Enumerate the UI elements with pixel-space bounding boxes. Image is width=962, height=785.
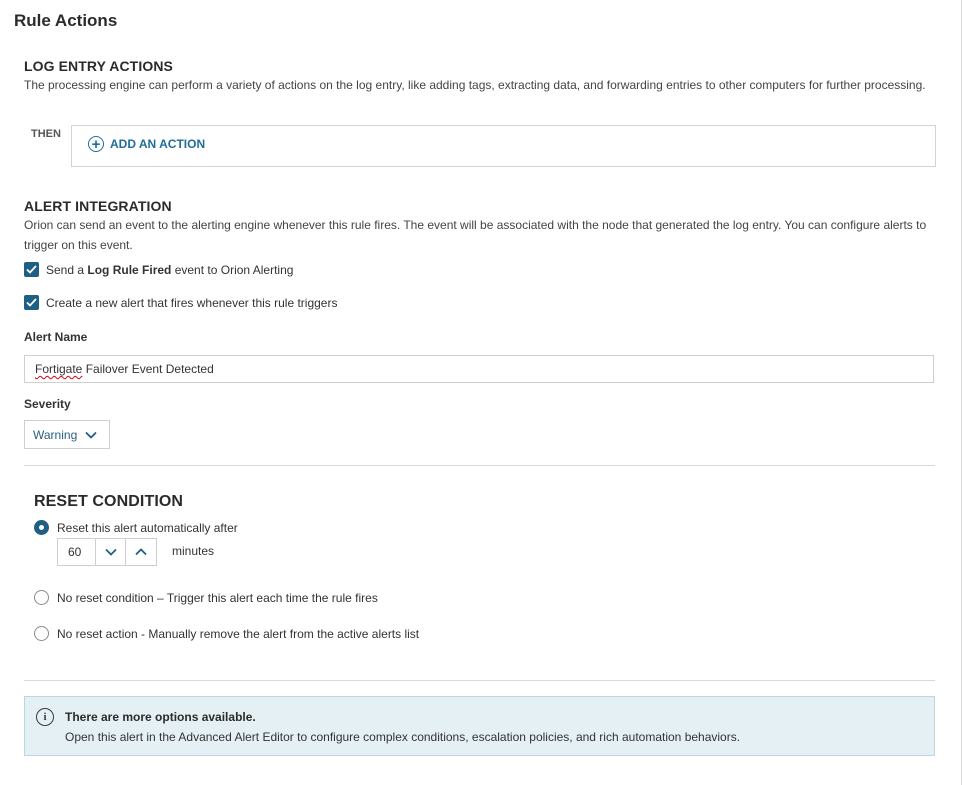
alert-name-input[interactable]: Fortigate Failover Event Detected [24,355,934,383]
plus-circle-icon: + [88,136,104,152]
no-reset-action-option[interactable]: No reset action - Manually remove the al… [34,626,419,641]
reset-condition-heading: RESET CONDITION [34,493,184,510]
then-label: THEN [31,128,61,140]
reset-auto-option[interactable]: Reset this alert automatically after [34,520,238,535]
minutes-stepper[interactable]: 60 [57,538,157,566]
checkmark-icon [26,265,37,274]
no-reset-action-radio[interactable] [34,626,49,641]
no-reset-condition-option[interactable]: No reset condition – Trigger this alert … [34,590,378,605]
create-alert-checkbox[interactable] [24,295,39,310]
alert-name-label: Alert Name [24,330,88,344]
log-entry-actions-description: The processing engine can perform a vari… [24,78,926,92]
info-icon: i [36,708,54,726]
decrement-button[interactable] [96,539,126,565]
severity-label: Severity [24,397,71,411]
send-event-checkbox[interactable] [24,262,39,277]
minutes-input[interactable]: 60 [58,539,96,565]
alert-integration-description: Orion can send an event to the alerting … [24,218,927,252]
info-banner-title: There are more options available. [65,710,256,724]
minutes-label: minutes [172,544,215,558]
chevron-down-icon [85,431,97,439]
reset-auto-label: Reset this alert automatically after [57,520,238,535]
increment-button[interactable] [125,539,156,565]
add-action-label: ADD AN ACTION [110,137,206,151]
log-entry-actions-heading: LOG ENTRY ACTIONS [24,58,173,74]
add-action-button[interactable]: + ADD AN ACTION [88,136,205,152]
chevron-down-icon [104,548,117,556]
create-alert-label: Create a new alert that fires whenever t… [46,295,338,310]
page-title: Rule Actions [14,11,118,30]
checkmark-icon [26,298,37,307]
no-reset-action-label: No reset action - Manually remove the al… [57,626,420,641]
action-container: + ADD AN ACTION [71,125,936,167]
severity-select[interactable]: Warning [24,420,110,449]
rule-actions-panel: Rule Actions LOG ENTRY ACTIONS The proce… [0,0,962,785]
send-event-label: Send a Log Rule Fired event to Orion Ale… [46,262,294,277]
alert-integration-heading: ALERT INTEGRATION [24,198,172,214]
divider [24,680,935,681]
send-event-option[interactable]: Send a Log Rule Fired event to Orion Ale… [24,262,293,277]
no-reset-condition-label: No reset condition – Trigger this alert … [57,590,378,605]
divider [24,465,935,466]
reset-auto-radio[interactable] [34,520,49,535]
info-banner-body: Open this alert in the Advanced Alert Ed… [65,730,741,744]
chevron-up-icon [135,548,147,556]
no-reset-condition-radio[interactable] [34,590,49,605]
severity-value: Warning [33,427,78,442]
info-banner: i There are more options available. Open… [24,696,935,756]
create-alert-option[interactable]: Create a new alert that fires whenever t… [24,295,337,310]
